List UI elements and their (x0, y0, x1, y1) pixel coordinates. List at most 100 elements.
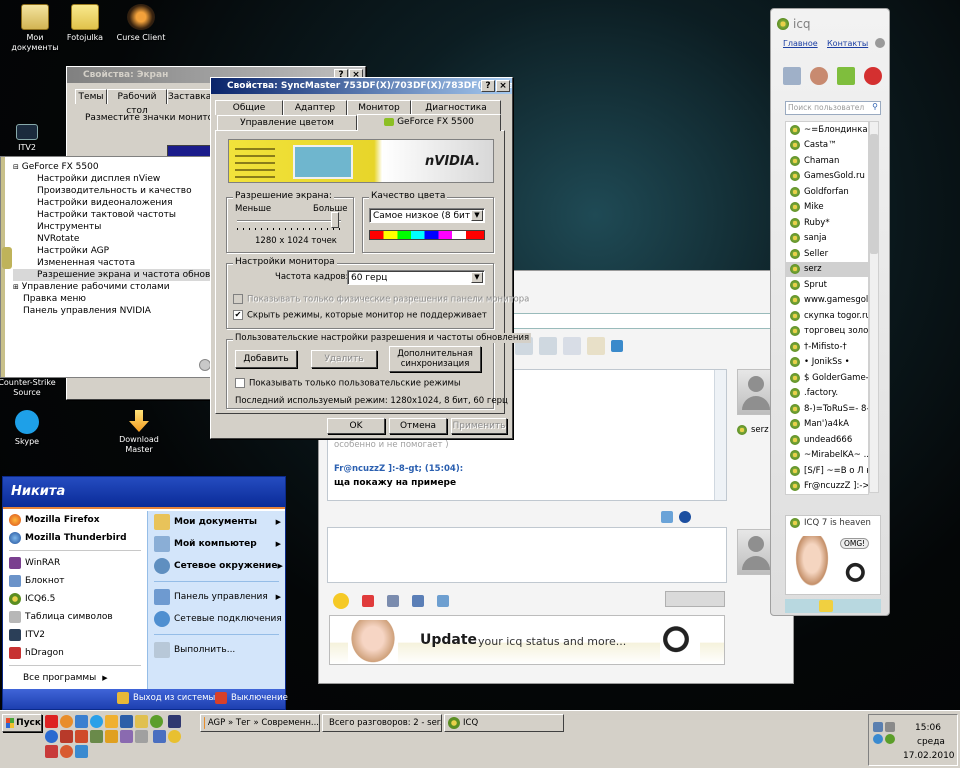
tree-item-agp[interactable]: Настройки AGP (13, 245, 217, 257)
icq-tab-contacts[interactable]: Контакты (827, 39, 868, 48)
start-item-hdragon[interactable]: hDragon (3, 644, 147, 662)
download-icon[interactable] (105, 715, 118, 728)
chat-address-bar[interactable] (503, 313, 783, 329)
tree-item-clock[interactable]: Настройки тактовой частоты (13, 209, 217, 221)
icq-contacts-scrollbar[interactable] (869, 121, 879, 493)
start-item-thunderbird[interactable]: Mozilla Thunderbird (3, 529, 147, 547)
app-icon-3[interactable] (45, 745, 58, 758)
start-button[interactable]: Пуск (2, 714, 42, 732)
physical-modes-checkbox[interactable]: Показывать только физические разрешения … (233, 294, 529, 305)
thunderbird-icon[interactable] (120, 715, 133, 728)
icq-bottom-icon[interactable] (819, 600, 833, 612)
tab-themes[interactable]: Темы (75, 89, 107, 104)
explorer-icon[interactable] (135, 715, 148, 728)
icq-search-input[interactable]: Поиск пользовател ⚲ (785, 101, 881, 115)
task-agp-browser[interactable]: AGP » Тег » Современн... (200, 714, 320, 732)
icq-tray-icon[interactable] (885, 734, 895, 744)
contact-item[interactable]: Mike (786, 200, 868, 216)
media-icon[interactable] (75, 730, 88, 743)
refresh-rate-select[interactable]: 60 герц ▼ (347, 270, 485, 285)
icq-settings-icon[interactable] (875, 38, 885, 48)
syncmaster-titlebar[interactable]: Свойства: SyncMaster 753DF(X)/703DF(X)/7… (211, 78, 512, 94)
contact-item[interactable]: GamesGold.ru (786, 169, 868, 185)
tab-general[interactable]: Общие (215, 100, 283, 115)
advanced-sync-button[interactable]: Дополнительная синхронизация (389, 346, 481, 372)
color-quality-select[interactable]: Самое низкое (8 бит) ▼ (369, 208, 485, 223)
tab-monitor[interactable]: Монитор (347, 100, 411, 115)
contact-item[interactable]: .factory. (786, 386, 868, 402)
apply-button[interactable]: Применить (451, 418, 507, 434)
desktop-icon-skype[interactable]: Skype (0, 410, 58, 447)
add-button[interactable]: Добавить (235, 350, 297, 368)
tree-item-performance[interactable]: Производительность и качество (13, 185, 217, 197)
games-icon[interactable] (783, 67, 801, 85)
close-button[interactable]: × (496, 80, 510, 92)
tree-item-nview-display[interactable]: Настройки дисплея nView (13, 173, 217, 185)
toolbar-icon-3[interactable] (562, 337, 581, 355)
contact-item[interactable]: Fr@ncuzzZ ]:-> (786, 479, 868, 495)
start-item-charmap[interactable]: Таблица символов (3, 608, 147, 626)
icq-promo[interactable]: ICQ 7 is heaven OMG! (785, 515, 881, 595)
font-icon[interactable] (362, 595, 374, 607)
contact-item[interactable]: Man')a4kA (786, 417, 868, 433)
start-item-my-documents[interactable]: Мои документы ▶ (148, 511, 285, 533)
tool-icon[interactable] (120, 730, 133, 743)
tab-color-management[interactable]: Управление цветом (217, 115, 357, 130)
tree-item-menu-edit[interactable]: Правка меню (13, 293, 217, 305)
monitor-icon[interactable] (167, 715, 181, 728)
history-scrollbar[interactable] (714, 370, 726, 500)
contact-item[interactable]: • JonikSs • (786, 355, 868, 371)
tree-item-nvrotate[interactable]: NVRotate (13, 233, 217, 245)
tab-desktop[interactable]: Рабочий стол (107, 89, 167, 116)
contact-item[interactable]: www.gamesgol... (786, 293, 868, 309)
contact-item[interactable]: Casta™ (786, 138, 868, 154)
contact-item[interactable]: 8-)=ToRuS=- 8-) (786, 401, 868, 417)
tree-item-tools[interactable]: Инструменты (13, 221, 217, 233)
toolbar-icon-5[interactable] (610, 340, 623, 352)
desktop-icon-itv2[interactable]: ITV2 (0, 124, 58, 153)
tree-item-changed-frequency[interactable]: Измененная частота (13, 257, 217, 269)
tab-diagnostics[interactable]: Диагностика (411, 100, 501, 115)
clock-time[interactable]: 15:06 (915, 723, 941, 733)
desktop-icon-fotojulka[interactable]: Fotojulka (54, 4, 116, 43)
tree-item-geforce[interactable]: ⊟ GeForce FX 5500 (13, 161, 217, 173)
expand-icon[interactable] (135, 730, 148, 743)
start-item-network-connections[interactable]: Сетевые подключения (148, 608, 285, 630)
app-icon-1[interactable] (152, 730, 166, 743)
app-icon-2[interactable] (167, 730, 181, 743)
help-button[interactable]: ? (481, 80, 495, 92)
utility-icon[interactable] (90, 730, 103, 743)
firefox-icon[interactable] (60, 715, 73, 728)
resolution-slider-thumb[interactable] (331, 212, 339, 228)
desktop-icon-curse-client[interactable]: Curse Client (110, 4, 172, 43)
icq-icon[interactable] (150, 715, 163, 728)
contact-item[interactable]: ~MirabelKA~ ... (786, 448, 868, 464)
ok-button[interactable]: OK (327, 418, 385, 434)
ie-icon[interactable] (75, 715, 88, 728)
start-item-control-panel[interactable]: Панель управления ▶ (148, 586, 285, 608)
contact-item[interactable]: undead666 (786, 432, 868, 448)
image-icon[interactable] (412, 595, 424, 607)
toolbar-icon-4[interactable] (586, 337, 605, 355)
all-programs[interactable]: Все программы ▶ (3, 669, 147, 687)
app-icon-5[interactable] (75, 745, 88, 758)
tree-item-overlay[interactable]: Настройки видеоналожения (13, 197, 217, 209)
start-item-itv2[interactable]: ITV2 (3, 626, 147, 644)
tree-knob[interactable] (2, 247, 12, 269)
volume-tray-icon[interactable] (885, 722, 895, 732)
game-icon[interactable] (437, 595, 449, 607)
shutdown-button[interactable]: Выключение (215, 692, 288, 704)
globe-icon[interactable] (45, 730, 58, 743)
contact-item[interactable]: Sprut (786, 277, 868, 293)
contact-item[interactable]: торговец золо... (786, 324, 868, 340)
tree-item-desktops[interactable]: ⊞ Управление рабочими столами (13, 281, 217, 293)
only-custom-checkbox[interactable]: Показывать только пользовательские режим… (235, 378, 461, 389)
tab-geforce-fx5500[interactable]: GeForce FX 5500 (357, 114, 501, 131)
contact-item[interactable]: serz (786, 261, 868, 277)
start-item-winrar[interactable]: WinRAR (3, 554, 147, 572)
remove-button[interactable]: Удалить (311, 350, 377, 368)
tab-adapter[interactable]: Адаптер (283, 100, 347, 115)
icq-update-banner[interactable]: Update your icq status and more... (329, 615, 725, 665)
network-tray-icon[interactable] (873, 722, 883, 732)
contact-item[interactable]: Goldforfan (786, 184, 868, 200)
